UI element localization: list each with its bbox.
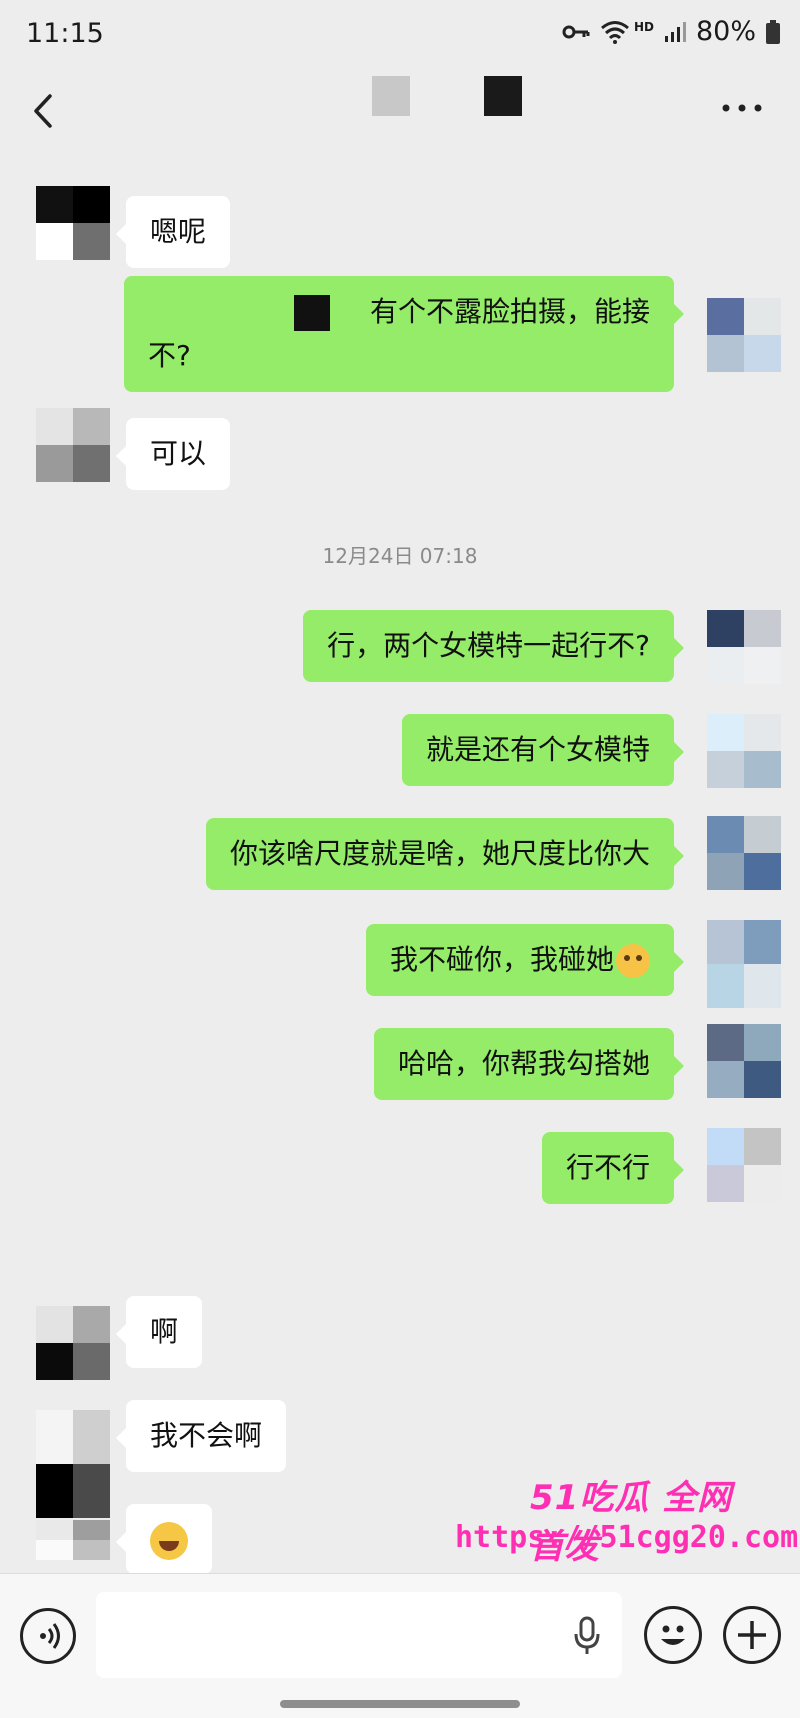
avatar[interactable]	[707, 816, 781, 890]
message-bubble[interactable]: 啊	[115, 1296, 203, 1368]
microphone-icon	[574, 1616, 600, 1654]
input-bar	[0, 1573, 800, 1718]
message-input[interactable]	[96, 1592, 622, 1678]
message-text: 有个不露脸拍摄，能接	[369, 295, 650, 328]
message-bubble[interactable]: 我不碰你，我碰她	[365, 924, 685, 996]
avatar[interactable]	[36, 1410, 110, 1518]
timestamp: 12月24日 07:18	[322, 544, 478, 568]
message-bubble[interactable]: 有个不露脸拍摄，能接 不?	[124, 276, 684, 392]
message-text: 我不会啊	[150, 1419, 263, 1452]
wifi-icon	[600, 20, 630, 44]
battery-percent: 80%	[695, 16, 756, 47]
watermark: 51吃瓜 全网首发 https://51cgg20.com	[455, 1470, 798, 1570]
message-bubble[interactable]: 就是还有个女模特	[401, 714, 685, 786]
dog-face-emoji-icon	[616, 944, 650, 978]
message-bubble[interactable]: 行，两个女模特一起行不?	[303, 610, 684, 682]
mic-button[interactable]	[572, 1616, 602, 1656]
hd-badge: HD	[633, 19, 654, 34]
battery-icon	[766, 19, 780, 44]
avatar[interactable]	[36, 1520, 110, 1560]
more-button[interactable]	[720, 98, 764, 118]
message-bubble[interactable]: 可以	[115, 418, 231, 490]
message-text: 我不碰你，我碰她	[389, 943, 614, 976]
more-dots-icon	[722, 104, 762, 112]
back-button[interactable]	[26, 86, 66, 136]
add-button[interactable]	[723, 1606, 781, 1664]
message-text: 就是还有个女模特	[425, 733, 650, 766]
avatar[interactable]	[707, 714, 781, 788]
home-indicator[interactable]	[280, 1700, 520, 1708]
key-icon	[562, 23, 590, 41]
message-text: 嗯呢	[150, 215, 207, 248]
message-text: 行不行	[565, 1151, 650, 1184]
voice-icon	[40, 1623, 60, 1649]
plus-icon	[738, 1621, 766, 1649]
message-text: 哈哈，你帮我勾搭她	[397, 1047, 650, 1080]
avatar[interactable]	[36, 408, 110, 482]
voice-button[interactable]	[20, 1608, 76, 1664]
message-list[interactable]: 嗯呢 有个不露脸拍摄，能接 不? 可以 12月24日 07:18 行，两个女模特…	[0, 168, 800, 1573]
message-bubble[interactable]	[116, 1504, 212, 1573]
message-bubble[interactable]: 哈哈，你帮我勾搭她	[373, 1028, 685, 1100]
signal-icon	[664, 21, 686, 43]
smiley-icon	[661, 1625, 685, 1645]
redacted-image	[293, 295, 330, 331]
avatar[interactable]	[707, 920, 781, 1008]
message-text: 你该啥尺度就是啥，她尺度比你大	[229, 837, 650, 870]
chevron-left-icon	[34, 94, 52, 128]
status-time: 11:15	[26, 18, 104, 49]
message-text-line2: 不?	[148, 339, 191, 372]
message-bubble[interactable]: 嗯呢	[115, 196, 231, 268]
emoji-button[interactable]	[644, 1606, 702, 1664]
avatar[interactable]	[707, 298, 781, 372]
avatar[interactable]	[707, 1128, 781, 1202]
message-text: 啊	[150, 1315, 179, 1348]
message-text: 可以	[150, 437, 207, 470]
avatar[interactable]	[36, 186, 110, 260]
avatar[interactable]	[36, 1306, 110, 1380]
status-right: HD 80%	[562, 16, 780, 47]
message-bubble[interactable]: 我不会啊	[115, 1400, 287, 1472]
status-bar: 11:15 HD 80%	[0, 0, 800, 68]
contact-name-redacted	[372, 76, 410, 116]
message-bubble[interactable]: 你该啥尺度就是啥，她尺度比你大	[205, 818, 685, 890]
message-bubble[interactable]: 行不行	[541, 1132, 685, 1204]
message-text: 行，两个女模特一起行不?	[327, 629, 650, 662]
chat-header	[0, 68, 800, 168]
laughing-tears-emoji-icon	[150, 1522, 188, 1560]
contact-name-redacted-2	[484, 76, 522, 116]
avatar[interactable]	[707, 610, 781, 684]
watermark-url: https://51cgg20.com	[455, 1520, 799, 1555]
avatar[interactable]	[707, 1024, 781, 1098]
